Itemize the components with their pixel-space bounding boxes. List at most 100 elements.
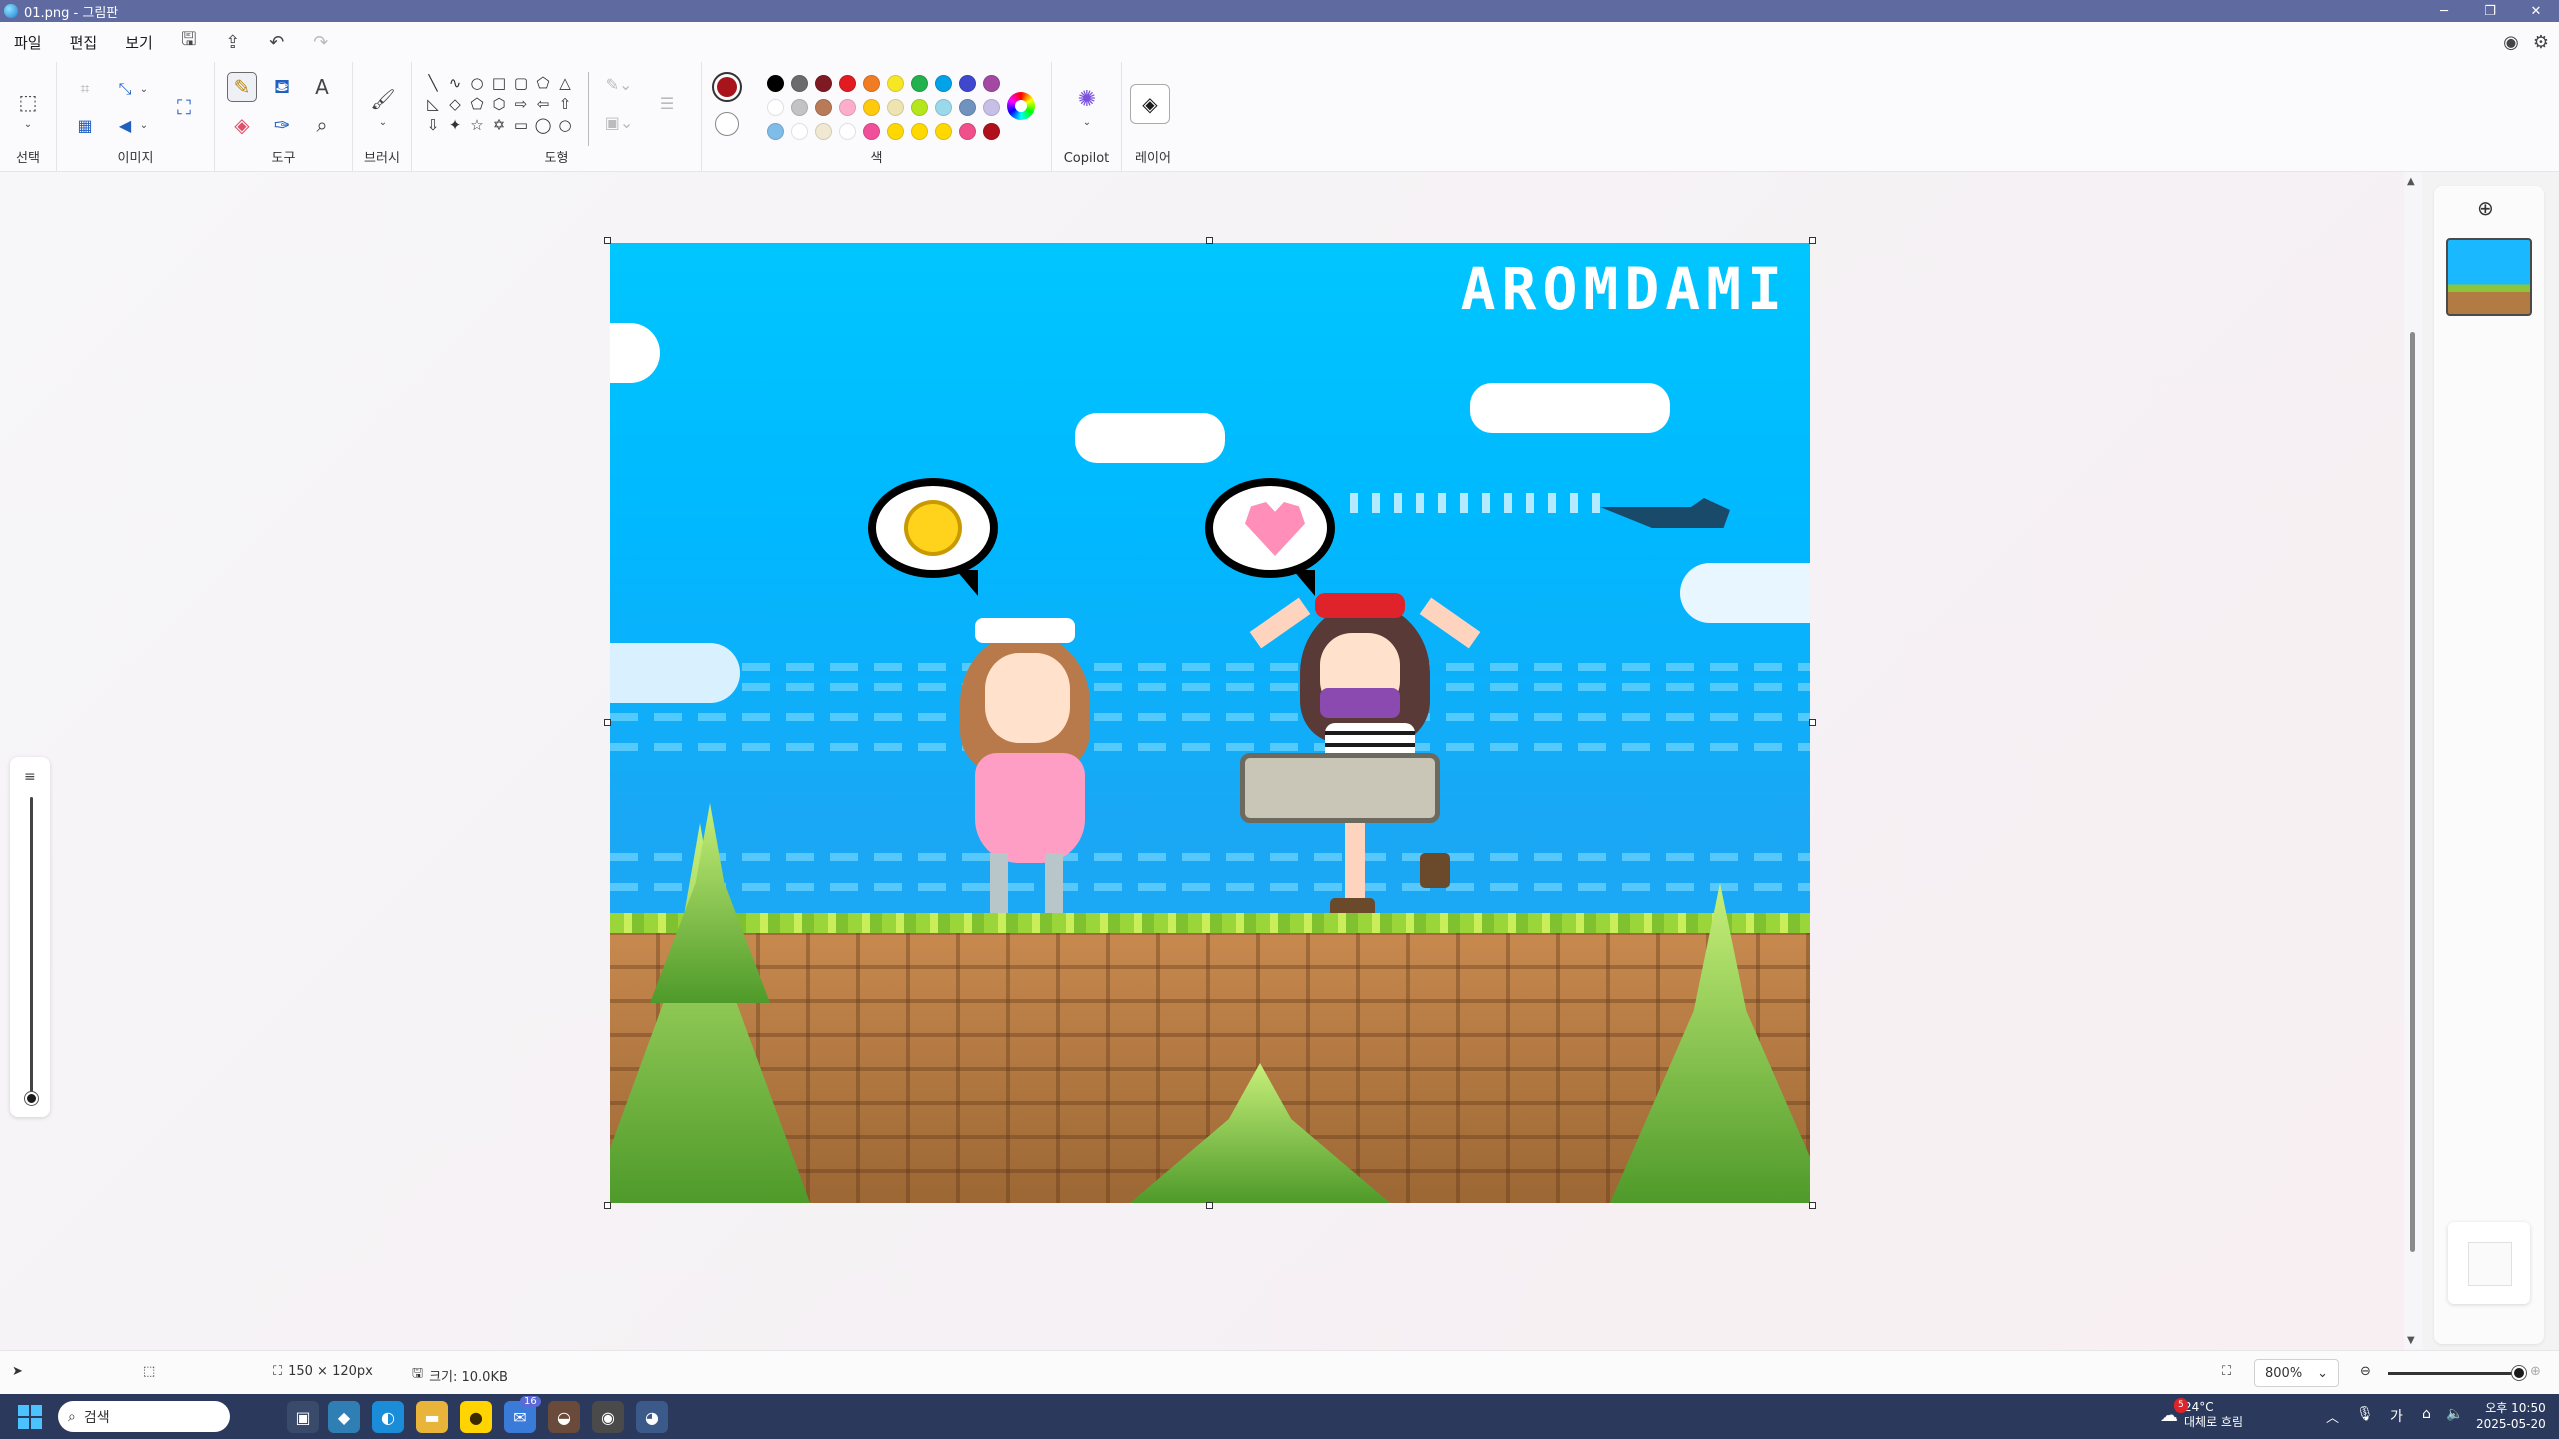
resize-handle[interactable] <box>1809 719 1816 726</box>
brush-size-track[interactable] <box>30 797 33 1097</box>
palette-color-swatch[interactable] <box>791 75 808 92</box>
edit-colors-icon[interactable] <box>1007 92 1035 120</box>
file-explorer-icon[interactable]: ▬ <box>416 1401 448 1433</box>
down-arrow-shape-icon[interactable]: ⇩ <box>422 114 444 135</box>
close-button[interactable]: ✕ <box>2513 0 2559 22</box>
fit-to-window-icon[interactable]: ⛶ <box>2222 1364 2231 1379</box>
pentagon-shape-icon[interactable]: ⬠ <box>466 93 488 114</box>
resize-handle[interactable] <box>604 1202 611 1209</box>
palette-color-swatch[interactable] <box>839 75 856 92</box>
color-picker-icon[interactable]: ✑ <box>267 110 297 140</box>
triangle-shape-icon[interactable]: △ <box>554 72 576 93</box>
eraser-icon[interactable]: ◈ <box>227 110 257 140</box>
palette-color-swatch[interactable] <box>887 123 904 140</box>
edge-browser-icon[interactable]: ◐ <box>372 1401 404 1433</box>
palette-color-swatch[interactable] <box>767 75 784 92</box>
taskbar-app-icon[interactable]: ◆ <box>328 1401 360 1433</box>
game-app-icon[interactable]: ◒ <box>548 1401 580 1433</box>
stroke-size-icon[interactable]: ☰ <box>652 88 682 118</box>
brush-size-slider[interactable]: ≡ <box>10 757 50 1117</box>
palette-color-swatch[interactable] <box>863 99 880 116</box>
clock[interactable]: 오후 10:50 2025-05-20 <box>2476 1400 2546 1432</box>
zoom-slider[interactable] <box>2388 1366 2526 1380</box>
primary-color-swatch[interactable] <box>712 72 742 102</box>
palette-color-swatch[interactable] <box>887 99 904 116</box>
palette-color-swatch[interactable] <box>767 123 784 140</box>
four-point-star-shape-icon[interactable]: ✦ <box>444 114 466 135</box>
palette-color-swatch[interactable] <box>767 99 784 116</box>
palette-color-swatch[interactable] <box>983 75 1000 92</box>
media-app-icon[interactable]: ◉ <box>592 1401 624 1433</box>
minimize-button[interactable]: ─ <box>2421 0 2467 22</box>
share-icon[interactable]: ⇪ <box>211 22 255 62</box>
palette-color-swatch[interactable] <box>935 99 952 116</box>
pencil-icon[interactable]: ✎ <box>227 72 257 102</box>
up-arrow-shape-icon[interactable]: ⇧ <box>554 93 576 114</box>
callout-cloud-shape-icon[interactable]: ○ <box>554 114 576 135</box>
resize-handle[interactable] <box>604 719 611 726</box>
palette-color-swatch[interactable] <box>839 99 856 116</box>
ime-indicator[interactable]: 가 <box>2390 1406 2403 1426</box>
windows-start-icon[interactable] <box>18 1405 42 1429</box>
rectangle-select-icon[interactable]: ⬚ <box>12 86 44 118</box>
oval-shape-icon[interactable]: ○ <box>466 72 488 93</box>
add-layer-icon[interactable]: ⊕ <box>2477 196 2494 220</box>
palette-color-swatch[interactable] <box>887 75 904 92</box>
palette-color-swatch[interactable] <box>959 123 976 140</box>
palette-color-swatch[interactable] <box>863 123 880 140</box>
five-point-star-shape-icon[interactable]: ☆ <box>466 114 488 135</box>
resize-icon[interactable]: ⤡ <box>112 76 138 102</box>
resize-handle[interactable] <box>1809 1202 1816 1209</box>
scrollbar-thumb[interactable] <box>2410 332 2415 1252</box>
zoom-in-icon[interactable]: ⊕ <box>2530 1364 2541 1379</box>
callout-oval-shape-icon[interactable]: ◯ <box>532 114 554 135</box>
palette-color-swatch[interactable] <box>791 123 808 140</box>
zoom-out-icon[interactable]: ⊖ <box>2360 1364 2371 1379</box>
settings-gear-icon[interactable]: ⚙ <box>2533 32 2549 53</box>
text-icon[interactable]: A <box>307 72 337 102</box>
menu-edit[interactable]: 편집 <box>56 22 112 62</box>
left-arrow-shape-icon[interactable]: ⇦ <box>532 93 554 114</box>
chevron-down-icon[interactable]: ⌄ <box>137 112 151 138</box>
right-arrow-shape-icon[interactable]: ⇨ <box>510 93 532 114</box>
palette-color-swatch[interactable] <box>791 99 808 116</box>
save-icon[interactable]: 🖫 <box>167 22 211 62</box>
palette-color-swatch[interactable] <box>935 123 952 140</box>
palette-color-swatch[interactable] <box>863 75 880 92</box>
redo-icon[interactable]: ↷ <box>299 22 343 62</box>
crop-icon[interactable]: ⌗ <box>72 76 98 102</box>
scroll-down-icon[interactable]: ▼ <box>2407 1335 2415 1346</box>
palette-color-swatch[interactable] <box>983 123 1000 140</box>
copilot-icon[interactable]: ✺ <box>1072 84 1102 114</box>
palette-color-swatch[interactable] <box>815 99 832 116</box>
palette-color-swatch[interactable] <box>959 99 976 116</box>
palette-color-swatch[interactable] <box>911 75 928 92</box>
layers-icon[interactable]: ◈ <box>1130 84 1170 124</box>
taskbar-search[interactable]: ⌕ 검색 <box>58 1401 230 1432</box>
chevron-down-icon[interactable]: ⌄ <box>375 114 391 130</box>
vertical-scrollbar[interactable]: ▲ ▼ <box>2404 172 2422 1350</box>
background-layer-box[interactable] <box>2448 1222 2530 1304</box>
weather-widget[interactable]: ☁ 5 24°C 대체로 흐림 <box>2160 1398 2243 1430</box>
palette-color-swatch[interactable] <box>839 123 856 140</box>
resize-handle[interactable] <box>604 237 611 244</box>
palette-color-swatch[interactable] <box>983 99 1000 116</box>
palette-color-swatch[interactable] <box>815 75 832 92</box>
resize-handle[interactable] <box>1206 1202 1213 1209</box>
scroll-up-icon[interactable]: ▲ <box>2407 176 2415 187</box>
palette-color-swatch[interactable] <box>959 75 976 92</box>
chevron-down-icon[interactable]: ⌄ <box>137 76 151 102</box>
callout-rect-shape-icon[interactable]: ▭ <box>510 114 532 135</box>
palette-color-swatch[interactable] <box>815 123 832 140</box>
account-icon[interactable]: ◉ <box>2503 32 2519 53</box>
magnifier-icon[interactable]: ⌕ <box>307 110 337 140</box>
image-select-icon[interactable]: ⛶ <box>167 90 201 124</box>
polygon-shape-icon[interactable]: ⬠ <box>532 72 554 93</box>
rotate-icon[interactable]: ◀ <box>112 112 138 138</box>
rounded-rectangle-shape-icon[interactable]: ▢ <box>510 72 532 93</box>
palette-color-swatch[interactable] <box>911 123 928 140</box>
kakaotalk-icon[interactable]: ● <box>460 1401 492 1433</box>
shapes-scrollbar[interactable] <box>588 72 589 146</box>
outline-icon[interactable]: ✎⌄ <box>602 74 636 94</box>
undo-icon[interactable]: ↶ <box>255 22 299 62</box>
